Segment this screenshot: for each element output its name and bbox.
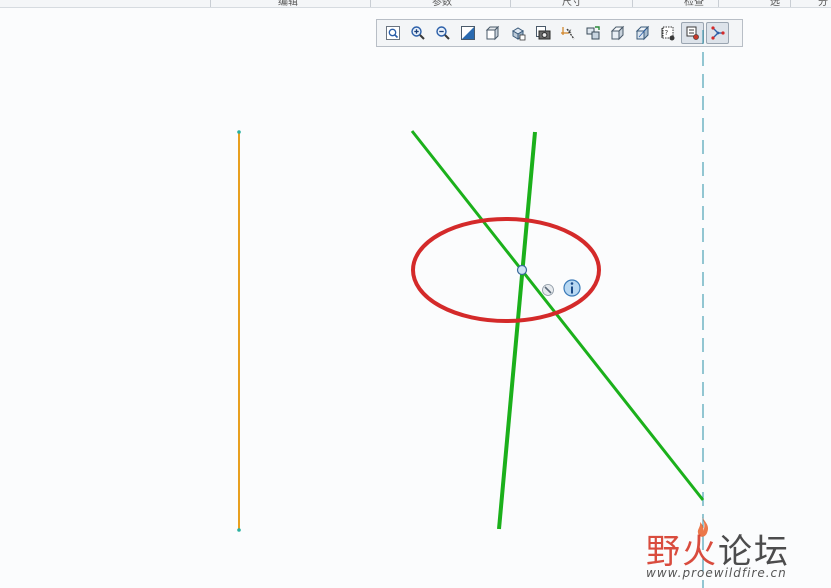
diagonal-sketch-line[interactable] (410, 130, 705, 501)
forum-watermark: 野火论坛 www.proewildfire.cn (644, 517, 824, 584)
highlight-ellipse (411, 217, 601, 323)
wrench-icon[interactable] (542, 284, 554, 296)
sketch-canvas[interactable] (0, 0, 831, 588)
line-endpoint[interactable] (237, 528, 241, 532)
line-endpoint[interactable] (237, 130, 241, 134)
info-icon[interactable] (563, 279, 581, 297)
intersection-point[interactable] (516, 264, 528, 276)
steep-sketch-line[interactable] (497, 131, 537, 530)
watermark-url: www.proewildfire.cn (646, 566, 787, 580)
